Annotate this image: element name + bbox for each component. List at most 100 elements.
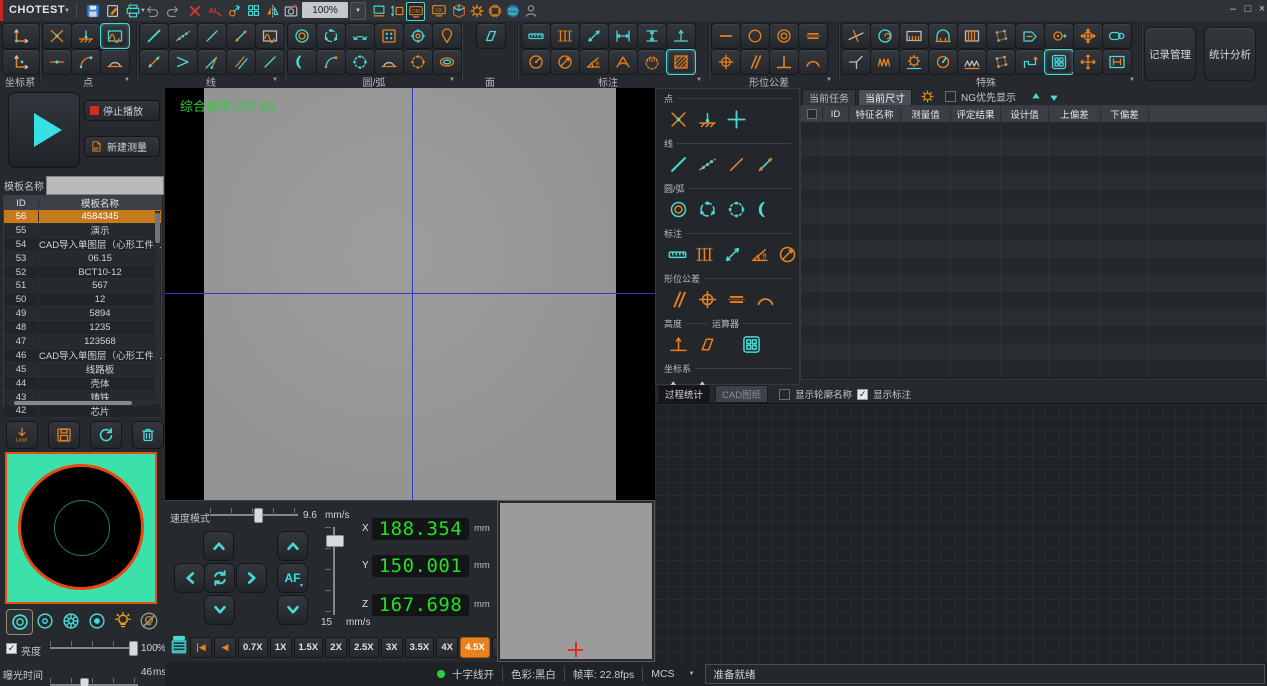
tol-symmetry-icon[interactable]	[798, 23, 828, 49]
jog-right-button[interactable]	[236, 563, 267, 593]
light-on-button[interactable]	[110, 609, 135, 633]
segment-light-button[interactable]	[58, 609, 83, 633]
column-header[interactable]: 评定结果	[951, 106, 1001, 122]
circle-3point-icon[interactable]	[316, 23, 346, 49]
array-icon[interactable]	[245, 2, 262, 19]
point-corner-icon[interactable]	[71, 49, 101, 75]
zoom-level-button[interactable]: 0.7X	[238, 637, 268, 658]
line-chain-icon[interactable]	[168, 23, 198, 49]
special-gear-icon[interactable]	[899, 49, 929, 75]
jog-left-button[interactable]	[174, 563, 205, 593]
line-parallel-icon[interactable]	[226, 49, 256, 75]
template-row[interactable]: 481235	[4, 321, 161, 335]
arc-crescent-icon[interactable]	[287, 49, 317, 75]
circle-multi-icon[interactable]	[403, 49, 433, 75]
zoom-level-button[interactable]: 4X	[436, 637, 458, 658]
jog-up-button[interactable]	[203, 531, 234, 561]
palette-height-plane-icon[interactable]	[695, 332, 719, 356]
palette-circle-ring-icon[interactable]	[666, 197, 690, 221]
cad-canvas[interactable]	[655, 403, 1267, 663]
z-speed-slider[interactable]	[325, 527, 343, 615]
template-row[interactable]: 495894	[4, 307, 161, 321]
dim-angle-theta-icon[interactable]: θ	[579, 49, 609, 75]
ribbon-group-caret-icon[interactable]: ▼	[124, 77, 130, 83]
select-all-icon[interactable]: AL	[206, 2, 223, 19]
speed-slider[interactable]	[210, 508, 298, 521]
special-bridge-icon[interactable]	[928, 23, 958, 49]
ribbon-group-caret-icon[interactable]: ▼	[696, 77, 702, 83]
column-header[interactable]: 特征名称	[849, 106, 901, 122]
minimize-button[interactable]: –	[1226, 3, 1240, 15]
line-angle-icon[interactable]	[168, 49, 198, 75]
ribbon-group-caret-icon[interactable]: ▼	[826, 77, 832, 83]
template-row[interactable]: 44壳体	[4, 377, 161, 391]
palette-line-points-icon[interactable]	[753, 152, 777, 176]
line-free-icon[interactable]	[255, 49, 285, 75]
dim-diameter-icon[interactable]	[550, 49, 580, 75]
special-caliper-icon[interactable]	[899, 23, 929, 49]
palette-line-segment-icon[interactable]	[724, 152, 748, 176]
select-all-checkbox[interactable]	[807, 109, 817, 119]
z-up-button[interactable]	[277, 531, 308, 561]
zoom-level-button[interactable]: 3.5X	[405, 637, 435, 658]
template-row[interactable]: 564584345	[4, 210, 161, 224]
special-comb-icon[interactable]	[957, 23, 987, 49]
special-cluster-icon[interactable]	[986, 49, 1016, 75]
special-move-icon[interactable]	[1073, 23, 1103, 49]
tab-current-task[interactable]: 当前任务	[802, 89, 856, 105]
palette-height-drop-icon[interactable]	[666, 332, 690, 356]
arc-point-icon[interactable]	[316, 49, 346, 75]
autofocus-button[interactable]: AF ▼	[277, 563, 308, 593]
template-row[interactable]: 51567	[4, 279, 161, 293]
line-segment-icon[interactable]	[197, 23, 227, 49]
new-measurement-button[interactable]: 新建测量	[84, 136, 160, 157]
play-button[interactable]	[8, 92, 80, 168]
settings-gear-icon[interactable]	[920, 89, 935, 104]
palette-dim-horizontal-icon[interactable]	[666, 242, 689, 266]
dim-height-icon[interactable]	[637, 23, 667, 49]
jog-rotate-button[interactable]	[204, 563, 235, 593]
special-cross-icon[interactable]	[1073, 49, 1103, 75]
special-spring-icon[interactable]	[870, 49, 900, 75]
world-icon[interactable]	[504, 2, 521, 19]
template-name-input[interactable]	[46, 176, 164, 195]
column-header[interactable]: ID	[823, 106, 849, 122]
statistics-analysis-button[interactable]: 统计分析	[1204, 27, 1256, 81]
tab-cad-drawing[interactable]: CAD图纸	[715, 385, 768, 403]
header-select-all[interactable]	[801, 106, 823, 122]
save-template-button[interactable]	[48, 421, 80, 449]
light-off-button[interactable]	[136, 609, 161, 633]
ring-light-button[interactable]	[6, 609, 33, 635]
link-icon[interactable]	[226, 2, 243, 19]
column-header[interactable]: 上偏差	[1049, 106, 1101, 122]
save-icon[interactable]	[84, 2, 101, 19]
dim-drop-icon[interactable]	[666, 23, 696, 49]
jog-down-button[interactable]	[204, 595, 235, 625]
circle-gear-icon[interactable]	[403, 23, 433, 49]
line-points-icon[interactable]	[139, 49, 169, 75]
point-mid-icon[interactable]	[42, 49, 72, 75]
template-row[interactable]: 47123568	[4, 335, 161, 349]
template-list-hscrollbar[interactable]	[8, 400, 153, 406]
ribbon-group-caret-icon[interactable]: ▼	[30, 77, 36, 83]
coordinate-translate-icon[interactable]	[2, 49, 40, 75]
zoom-level-button[interactable]: 1.5X	[294, 637, 324, 658]
palette-line-icon[interactable]	[666, 152, 690, 176]
mirror-icon[interactable]	[264, 2, 281, 19]
zoom-first-button[interactable]: |◀	[190, 637, 212, 658]
plane-icon[interactable]	[476, 23, 506, 49]
tol-roundness-icon[interactable]	[740, 23, 770, 49]
palette-tol-position-icon[interactable]	[695, 287, 719, 311]
template-row[interactable]: 46CAD导入单图层（心形工件...	[4, 349, 161, 363]
palette-point-intersection-icon[interactable]	[666, 107, 690, 131]
palette-dim-diameter-icon[interactable]	[776, 242, 799, 266]
special-beam-icon[interactable]	[1102, 49, 1132, 75]
column-header[interactable]: 设计值	[1001, 106, 1049, 122]
zoom-level-button[interactable]: 4.5X	[460, 637, 490, 658]
settings-icon[interactable]	[468, 2, 485, 19]
tol-position-icon[interactable]	[711, 49, 741, 75]
special-flow-icon[interactable]	[1015, 23, 1045, 49]
zoom-prev-button[interactable]: ◀	[214, 637, 236, 658]
color-mode-status[interactable]: 色彩:黑白	[511, 667, 556, 682]
z-down-button[interactable]	[277, 595, 308, 625]
